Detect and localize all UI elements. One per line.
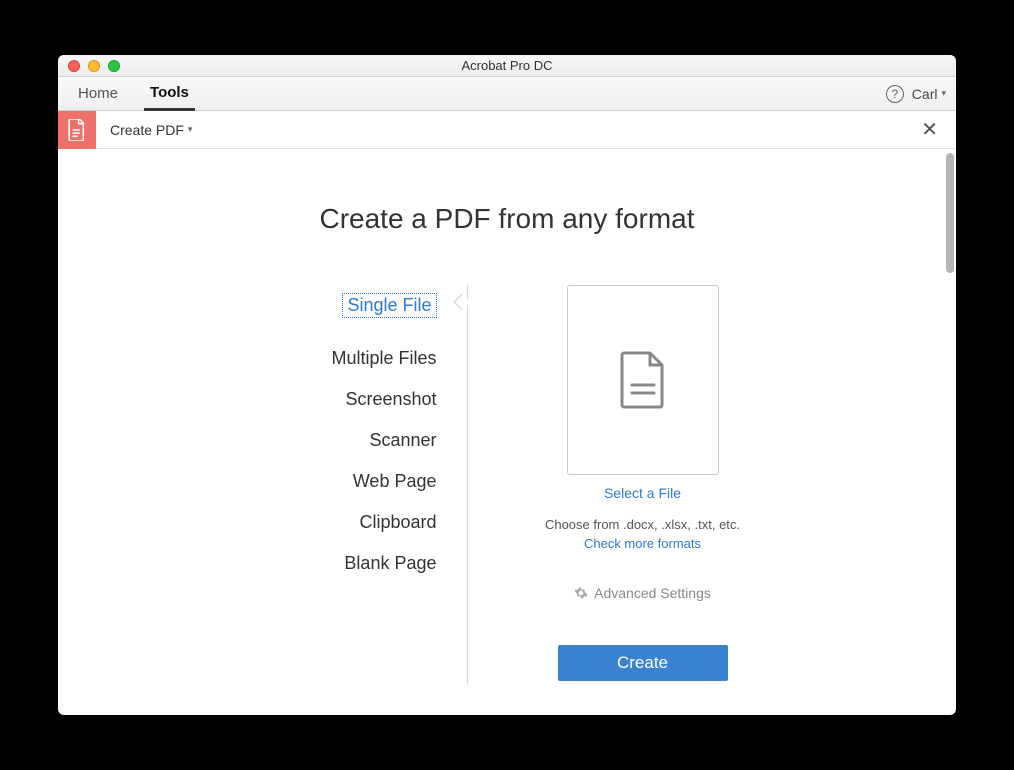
tool-subbar: Create PDF ▾ ✕ [58,111,956,149]
create-button[interactable]: Create [558,645,728,681]
titlebar: Acrobat Pro DC [58,55,956,77]
chevron-down-icon: ▾ [941,88,946,99]
file-drop-zone[interactable] [567,285,719,475]
source-options: Single File Multiple Files Screenshot Sc… [237,285,467,685]
tab-tools[interactable]: Tools [144,78,195,111]
option-clipboard[interactable]: Clipboard [237,502,437,543]
user-menu[interactable]: Carl ▾ [912,86,946,102]
tool-name-label: Create PDF [110,122,184,138]
window-title: Acrobat Pro DC [58,58,956,73]
option-web-page[interactable]: Web Page [237,461,437,502]
close-tool-button[interactable]: ✕ [913,120,946,140]
primary-tabs: Home Tools ? Carl ▾ [58,77,956,111]
formats-hint: Choose from .docx, .xlsx, .txt, etc. [545,517,740,532]
select-file-link[interactable]: Select a File [604,485,681,501]
main-content: Create a PDF from any format Single File… [58,149,956,715]
page-title: Create a PDF from any format [58,203,956,235]
window-controls [68,60,120,72]
tab-home[interactable]: Home [72,77,124,110]
chevron-down-icon: ▾ [188,124,193,135]
option-single-file-label: Single File [342,293,436,318]
advanced-settings-link[interactable]: Advanced Settings [574,585,711,601]
user-name-label: Carl [912,86,938,102]
scrollbar-thumb[interactable] [946,153,954,273]
create-pdf-panel: Single File Multiple Files Screenshot Sc… [58,285,956,685]
app-window: Acrobat Pro DC Home Tools ? Carl ▾ Creat… [58,55,956,715]
option-blank-page[interactable]: Blank Page [237,543,437,584]
advanced-settings-label: Advanced Settings [594,585,711,601]
more-formats-link[interactable]: Check more formats [584,536,701,551]
minimize-window-button[interactable] [88,60,100,72]
option-screenshot[interactable]: Screenshot [237,379,437,420]
help-icon[interactable]: ? [886,85,904,103]
zoom-window-button[interactable] [108,60,120,72]
header-right: ? Carl ▾ [886,85,946,103]
option-single-file[interactable]: Single File [237,289,437,338]
gear-icon [574,586,588,600]
create-pdf-icon [58,111,96,149]
option-scanner[interactable]: Scanner [237,420,437,461]
document-icon [620,351,666,409]
tool-dropdown[interactable]: Create PDF ▾ [110,122,192,138]
single-file-panel: Select a File Choose from .docx, .xlsx, … [468,285,778,685]
close-window-button[interactable] [68,60,80,72]
option-multiple-files[interactable]: Multiple Files [237,338,437,379]
